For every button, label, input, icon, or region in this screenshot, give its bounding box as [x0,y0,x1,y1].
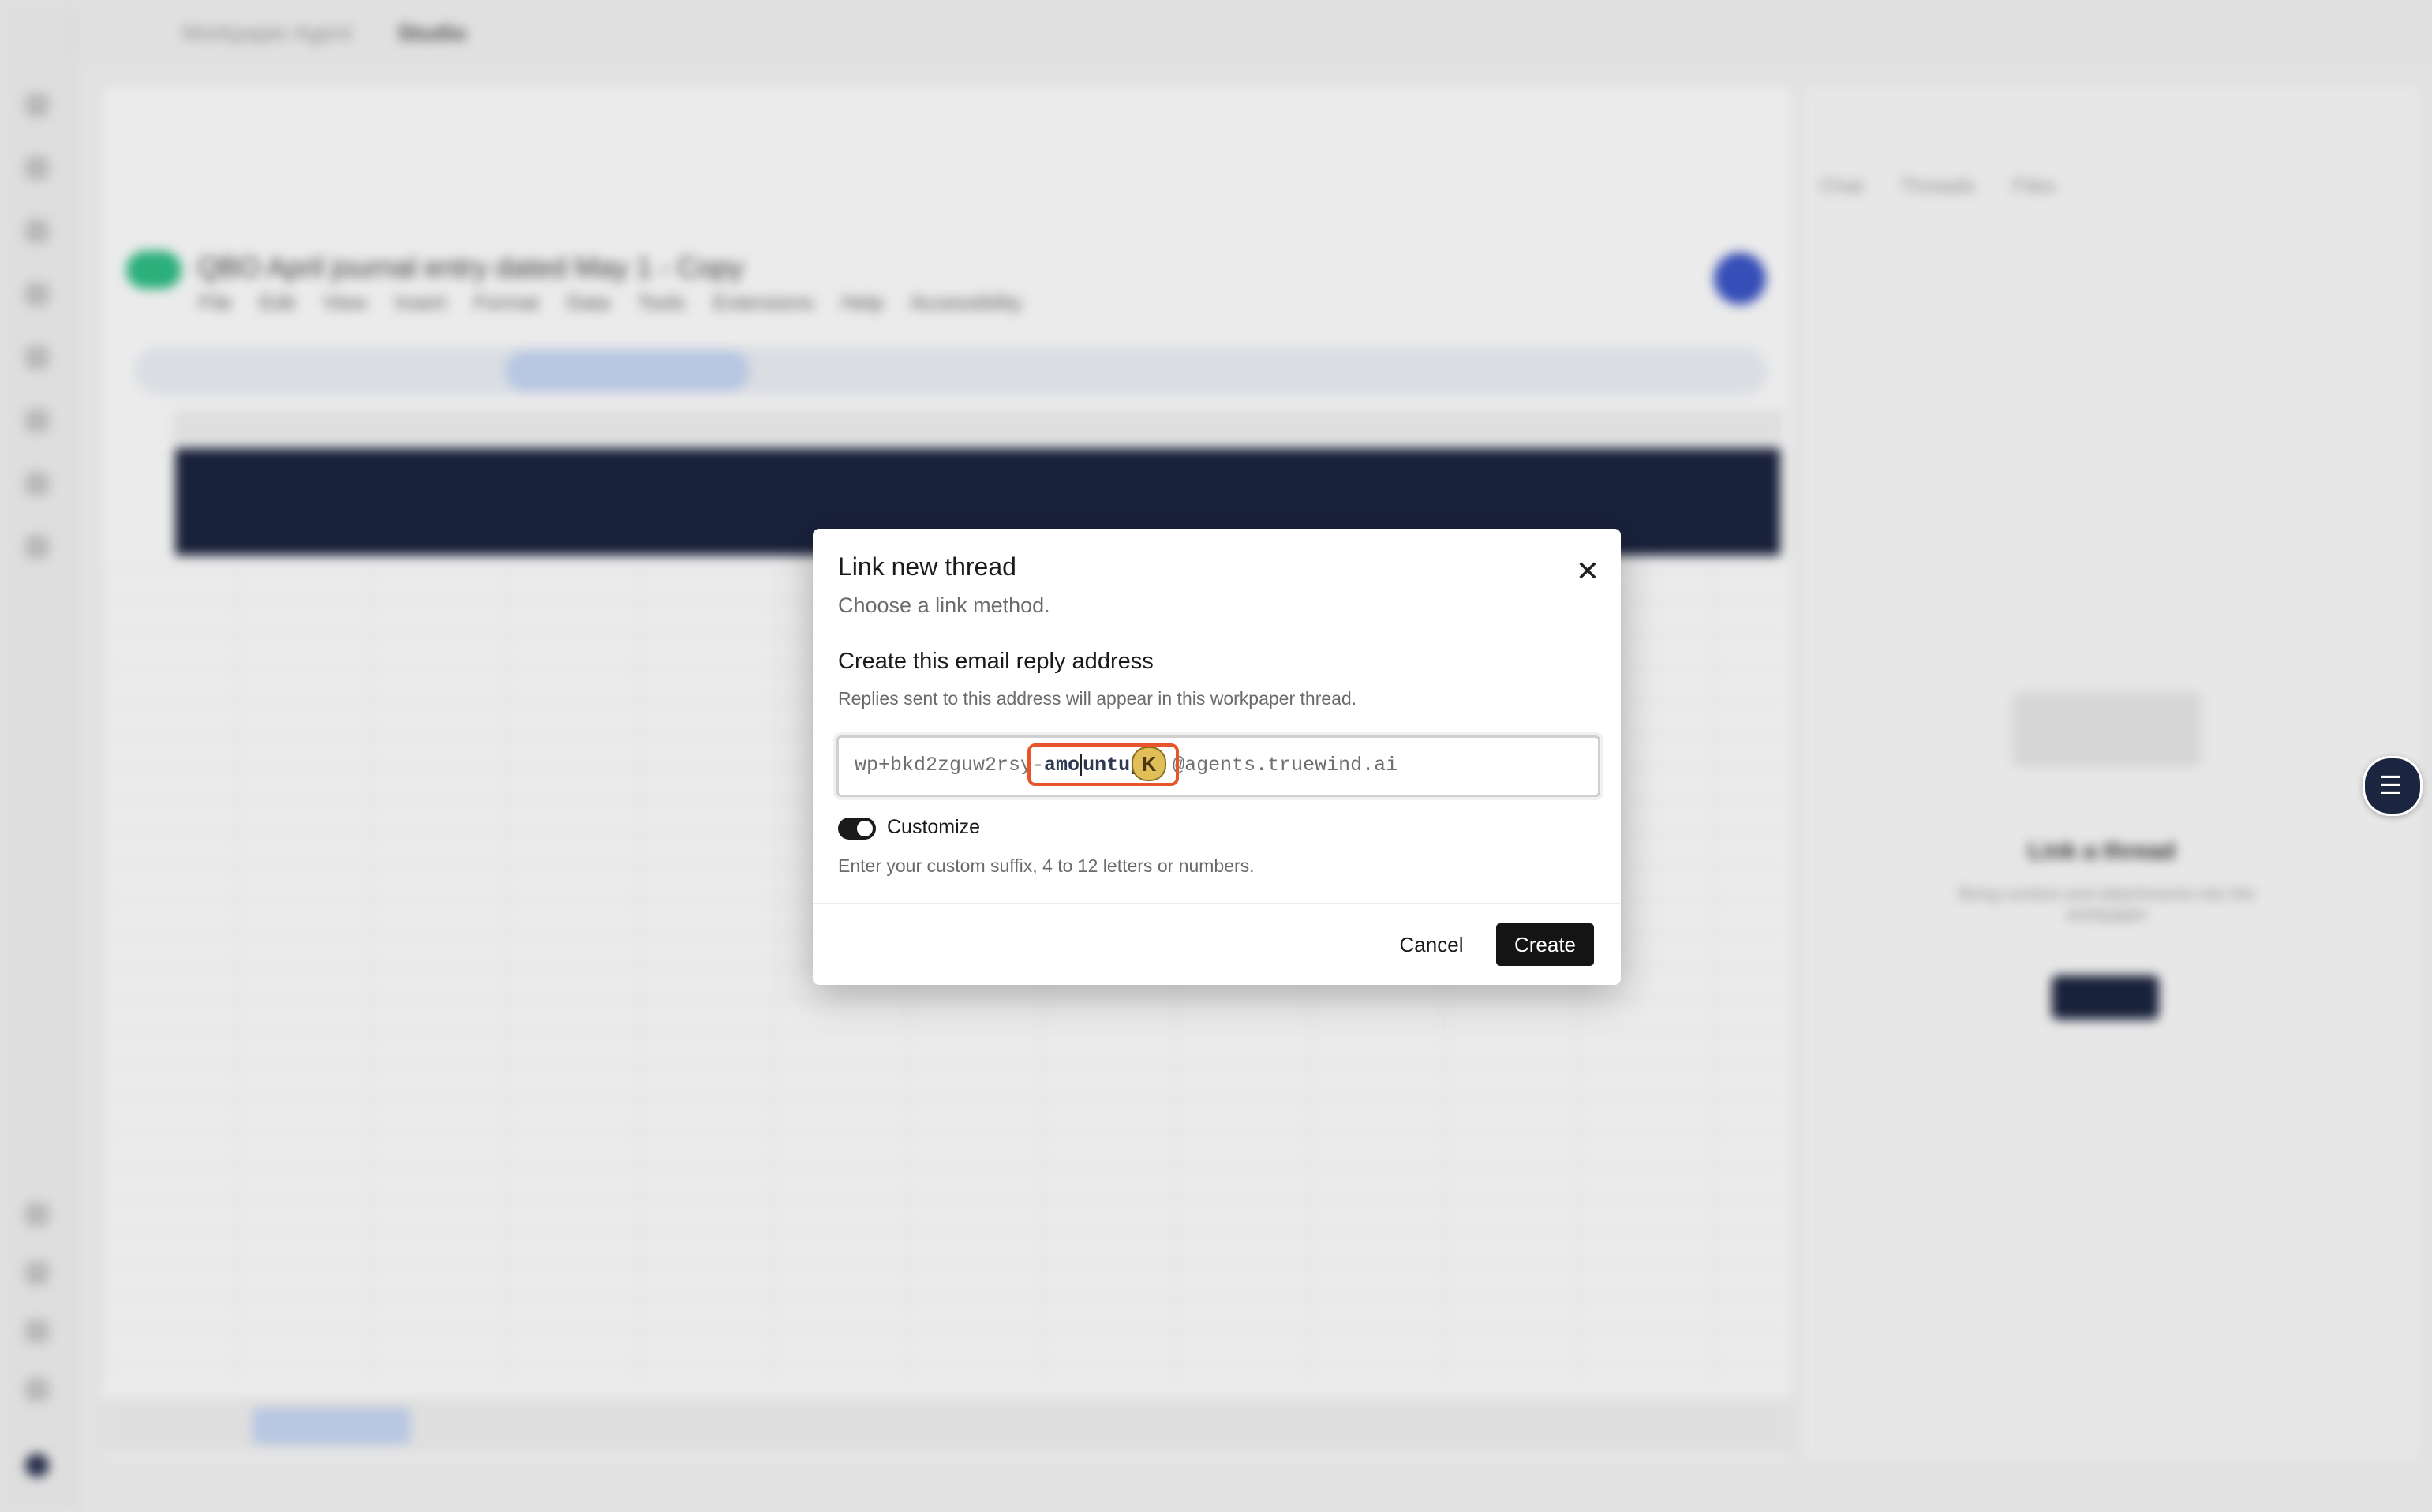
email-domain: @agents.truewind.ai [1173,754,1398,777]
cancel-button[interactable]: Cancel [1384,923,1479,966]
suffix-hint: Enter your custom suffix, 4 to 12 letter… [838,855,1255,876]
section-title: Create this email reply address [838,649,1154,674]
dialog-title: Link new thread [838,552,1016,581]
customize-label: Customize [887,816,981,838]
customize-toggle[interactable] [838,818,876,840]
section-description: Replies sent to this address will appear… [838,688,1357,709]
toggle-knob [857,821,873,836]
footer-divider [813,903,1621,904]
dialog-subtitle: Choose a link method. [838,593,1050,617]
list-icon: ☰ [2379,771,2402,799]
toc-fab-button[interactable]: ☰ [2363,756,2423,816]
keeper-badge-icon[interactable]: K [1132,747,1166,781]
email-prefix: wp+bkd2zguw2rsy- [855,754,1045,777]
create-button[interactable]: Create [1496,923,1594,966]
close-icon[interactable]: ✕ [1567,551,1608,592]
link-thread-dialog: Link new thread Choose a link method. ✕ … [813,529,1621,985]
email-address-field[interactable]: wp+bkd2zguw2rsy-amo untupd @agents.truewin… [836,735,1600,797]
